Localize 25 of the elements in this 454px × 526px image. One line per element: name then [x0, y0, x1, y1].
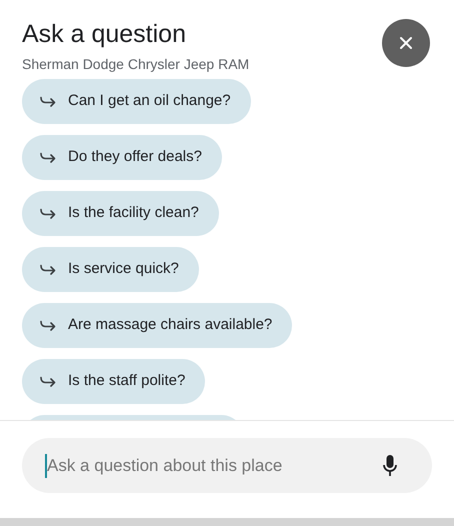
suggestion-chip[interactable]: Can I get an oil change? — [22, 79, 251, 124]
reply-arrow-icon — [40, 96, 56, 108]
close-button[interactable] — [382, 19, 430, 67]
suggestion-chip[interactable]: Is the staff polite? — [22, 359, 206, 404]
reply-arrow-icon — [40, 320, 56, 332]
suggestion-text: Is service quick? — [68, 259, 179, 280]
close-icon — [399, 36, 413, 50]
text-cursor — [45, 454, 47, 478]
microphone-icon[interactable] — [383, 455, 397, 477]
suggestion-chip[interactable]: Is the facility clean? — [22, 191, 219, 236]
place-name: Sherman Dodge Chrysler Jeep RAM — [22, 55, 250, 74]
reply-arrow-icon — [40, 152, 56, 164]
suggestion-chip[interactable]: Do they offer deals? — [22, 135, 222, 180]
question-field[interactable]: Ask a question about this place — [22, 438, 432, 493]
dialog-title: Ask a question — [22, 19, 187, 50]
suggestion-text: Is the staff polite? — [68, 371, 186, 392]
suggestion-text: Is the facility clean? — [68, 203, 199, 224]
suggestion-chip[interactable]: Is service quick? — [22, 247, 199, 292]
reply-arrow-icon — [40, 376, 56, 388]
suggestion-chip[interactable]: Are massage chairs available? — [22, 303, 292, 348]
reply-arrow-icon — [40, 208, 56, 220]
reply-arrow-icon — [40, 264, 56, 276]
suggestion-text: Can I get an oil change? — [68, 91, 231, 112]
suggestion-text: Are massage chairs available? — [68, 315, 272, 336]
suggestion-text: Do they offer deals? — [68, 147, 202, 168]
